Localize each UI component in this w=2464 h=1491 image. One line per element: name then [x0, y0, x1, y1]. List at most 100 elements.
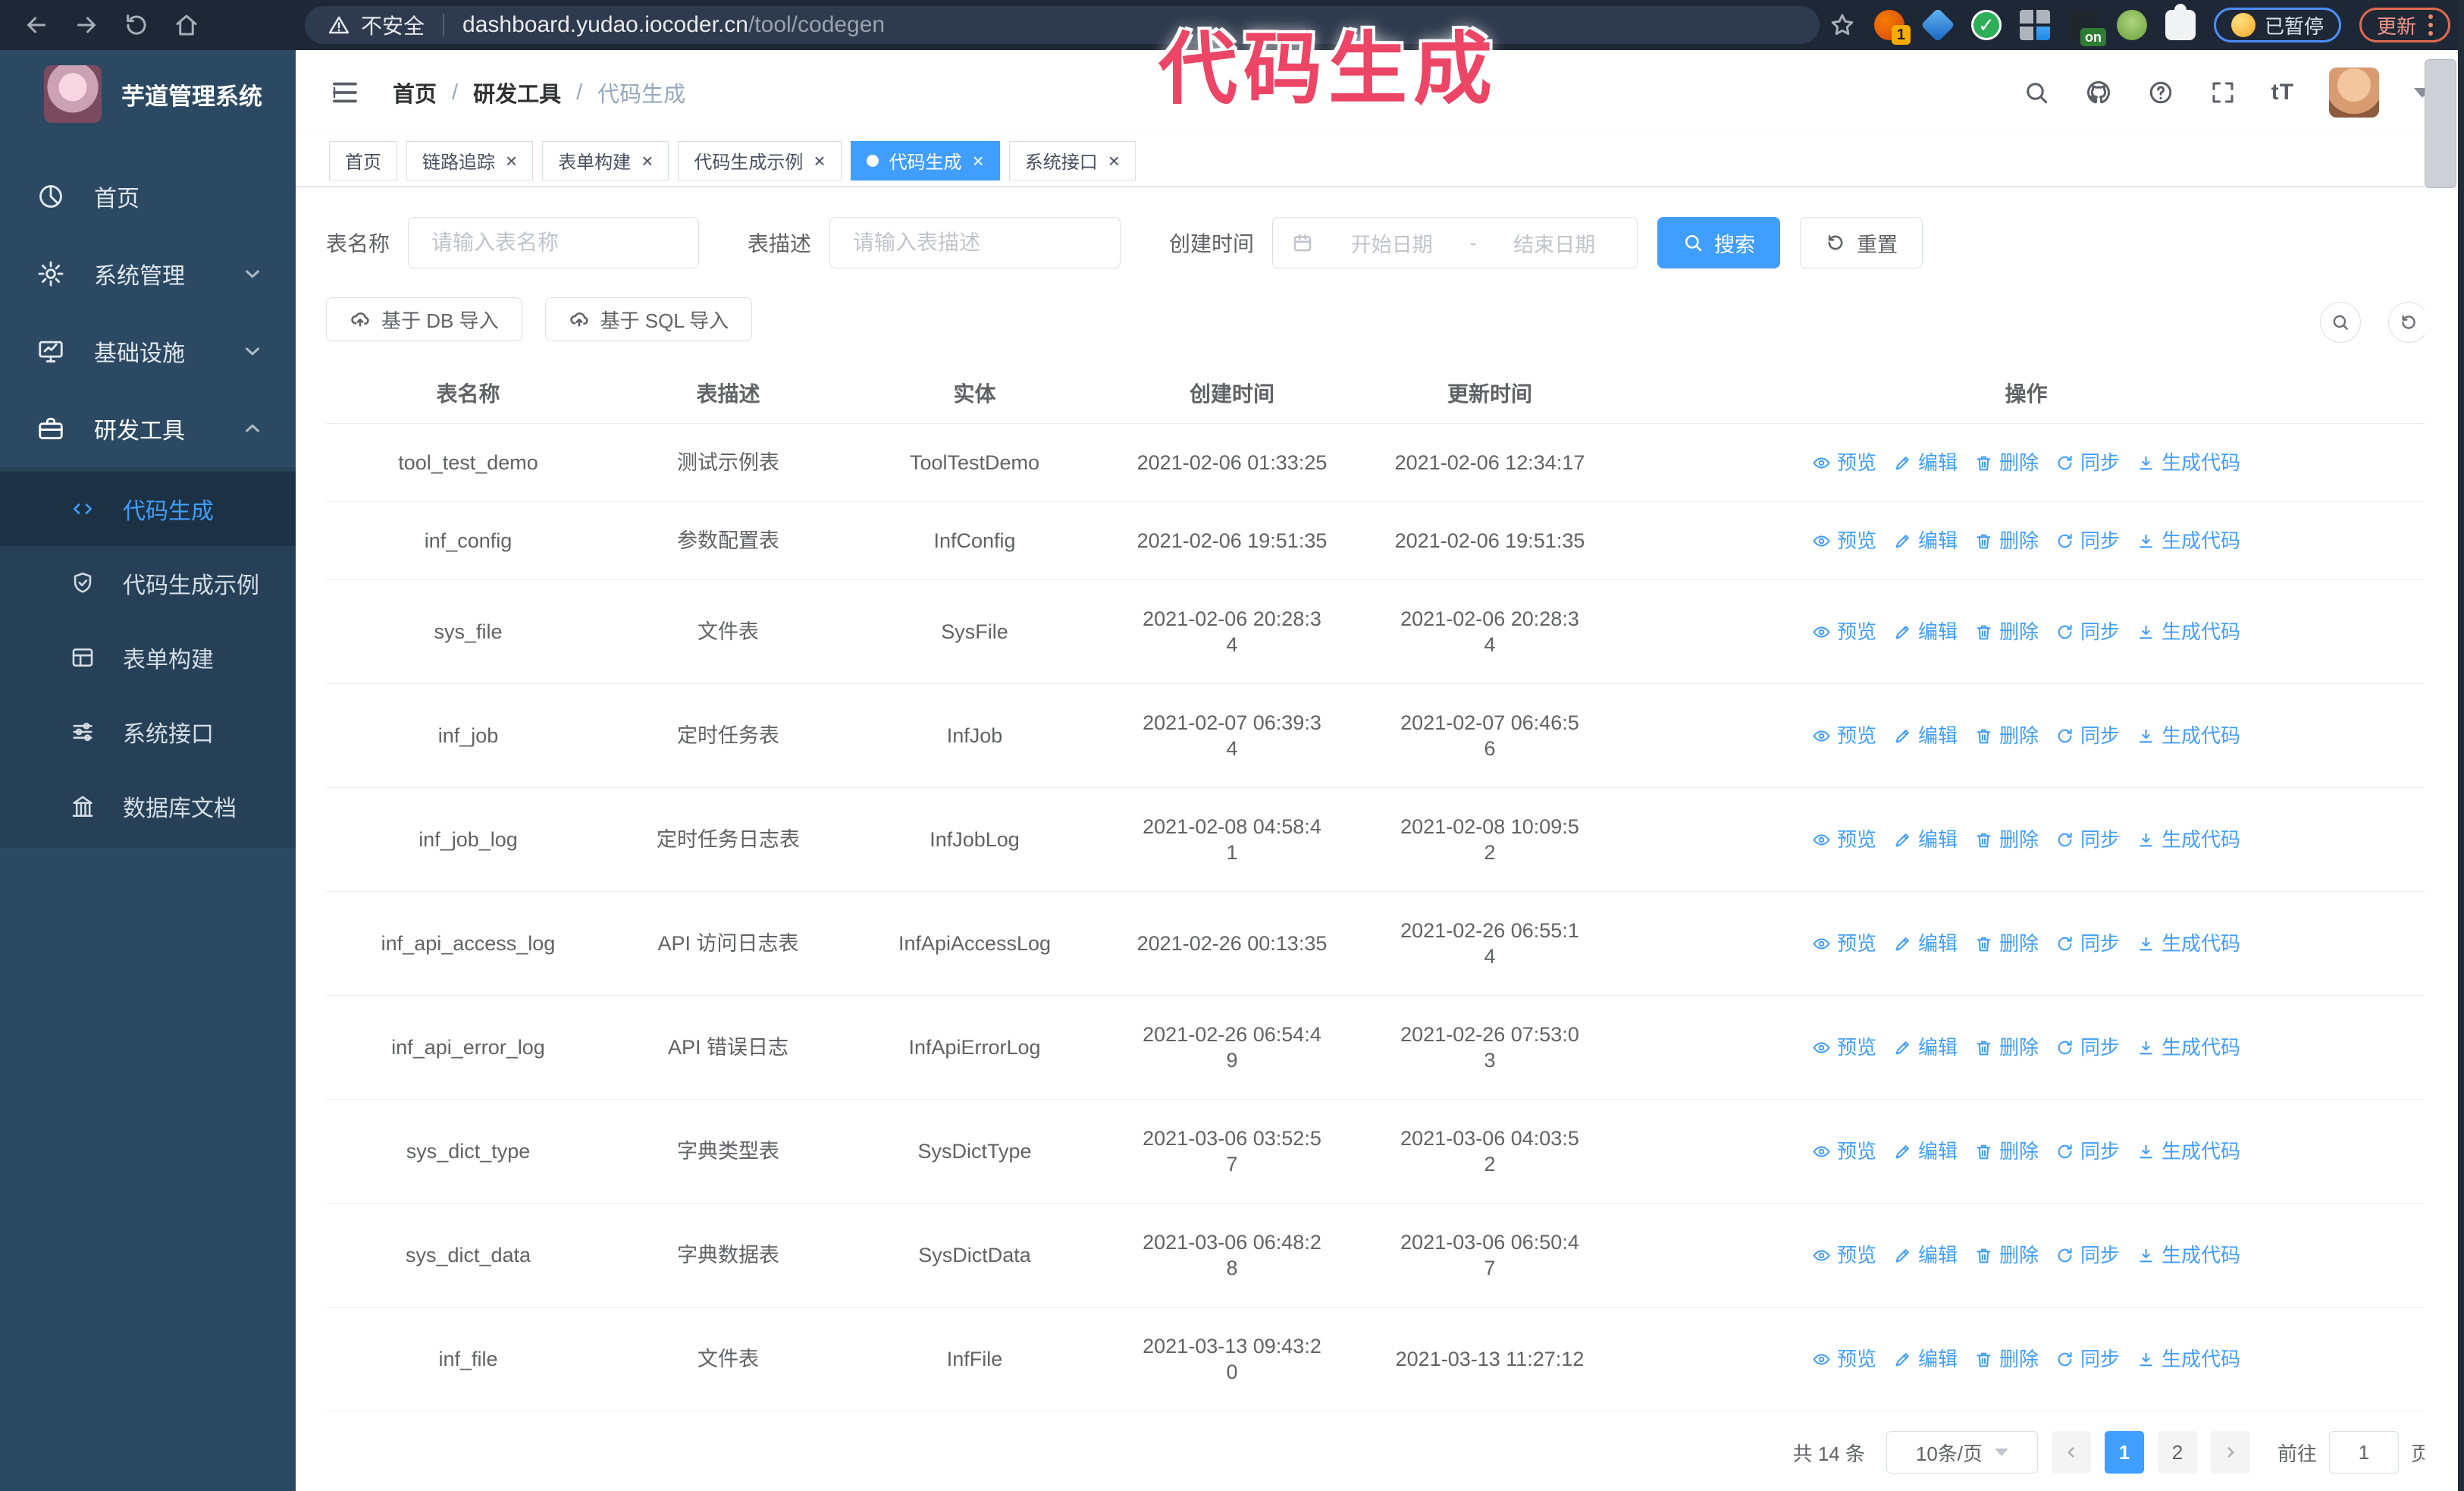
- tab-系统接口[interactable]: 系统接口 ×: [1008, 140, 1136, 180]
- help-icon[interactable]: [2147, 79, 2174, 106]
- action-edit[interactable]: 编辑: [1893, 450, 1958, 476]
- action-generate-code[interactable]: 生成代码: [2136, 1138, 2240, 1164]
- action-delete[interactable]: 删除: [1974, 619, 2039, 645]
- action-sync[interactable]: 同步: [2055, 1138, 2120, 1164]
- action-edit[interactable]: 编辑: [1893, 528, 1958, 554]
- action-preview[interactable]: 预览: [1812, 528, 1876, 554]
- extension-icon-dark[interactable]: on: [2068, 10, 2106, 46]
- sidebar-subitem-sliders[interactable]: 系统接口: [0, 695, 296, 769]
- action-delete[interactable]: 删除: [1974, 1242, 2039, 1268]
- fullscreen-icon[interactable]: [2209, 79, 2237, 106]
- action-preview[interactable]: 预览: [1812, 1034, 1876, 1060]
- action-preview[interactable]: 预览: [1812, 1346, 1876, 1372]
- reset-button[interactable]: 重置: [1800, 217, 1923, 268]
- page-size-select[interactable]: 10条/页: [1886, 1431, 2038, 1474]
- sidebar-item-toolbox[interactable]: 研发工具: [0, 390, 296, 467]
- forward-icon[interactable]: [73, 11, 100, 39]
- back-icon[interactable]: [23, 11, 50, 39]
- action-sync[interactable]: 同步: [2055, 619, 2120, 645]
- action-preview[interactable]: 预览: [1812, 827, 1876, 852]
- action-delete[interactable]: 删除: [1974, 723, 2039, 749]
- extension-icon-monkey[interactable]: [2117, 10, 2147, 40]
- action-sync[interactable]: 同步: [2055, 528, 2120, 554]
- action-generate-code[interactable]: 生成代码: [2136, 827, 2240, 852]
- hamburger-icon[interactable]: [329, 77, 361, 108]
- table-name-input[interactable]: [408, 217, 700, 268]
- extensions-puzzle-icon[interactable]: [2165, 4, 2196, 40]
- action-edit[interactable]: 编辑: [1893, 1138, 1958, 1164]
- action-preview[interactable]: 预览: [1812, 931, 1876, 956]
- tab-close-icon[interactable]: ×: [641, 151, 653, 171]
- action-generate-code[interactable]: 生成代码: [2136, 1346, 2240, 1372]
- action-edit[interactable]: 编辑: [1893, 931, 1958, 956]
- tab-首页[interactable]: 首页: [329, 140, 397, 180]
- table-desc-input[interactable]: [829, 217, 1121, 268]
- action-edit[interactable]: 编辑: [1893, 1034, 1958, 1060]
- action-preview[interactable]: 预览: [1812, 723, 1876, 749]
- next-page-button[interactable]: [2210, 1431, 2250, 1474]
- action-generate-code[interactable]: 生成代码: [2136, 723, 2240, 749]
- sidebar-item-gear[interactable]: 系统管理: [0, 235, 296, 312]
- scrollbar-thumb[interactable]: [2425, 59, 2456, 188]
- action-generate-code[interactable]: 生成代码: [2136, 528, 2240, 554]
- action-preview[interactable]: 预览: [1812, 619, 1876, 645]
- extension-icon-orange[interactable]: 1: [1874, 10, 1911, 45]
- sidebar-subitem-form[interactable]: 表单构建: [0, 620, 296, 695]
- action-sync[interactable]: 同步: [2055, 450, 2120, 476]
- extension-icon-gem[interactable]: [1920, 8, 1955, 42]
- address-bar[interactable]: 不安全 dashboard.yudao.iocoder.cn/tool/code…: [305, 6, 1820, 44]
- action-edit[interactable]: 编辑: [1893, 1242, 1958, 1268]
- import-sql-button[interactable]: 基于 SQL 导入: [544, 297, 753, 341]
- tab-close-icon[interactable]: ×: [813, 151, 825, 171]
- extension-icon-grid[interactable]: [2020, 10, 2050, 40]
- action-preview[interactable]: 预览: [1812, 1242, 1876, 1268]
- sidebar-subitem-db[interactable]: 数据库文档: [0, 769, 296, 843]
- reload-icon[interactable]: [123, 11, 150, 39]
- app-logo[interactable]: 芋道管理系统: [0, 50, 296, 138]
- action-generate-code[interactable]: 生成代码: [2136, 450, 2240, 476]
- action-generate-code[interactable]: 生成代码: [2136, 1242, 2240, 1268]
- sidebar-subitem-code[interactable]: 代码生成: [0, 472, 296, 546]
- action-generate-code[interactable]: 生成代码: [2136, 1034, 2240, 1060]
- tab-链路追踪[interactable]: 链路追踪 ×: [406, 140, 534, 180]
- action-generate-code[interactable]: 生成代码: [2136, 619, 2240, 645]
- font-size-icon[interactable]: tT: [2271, 80, 2294, 105]
- action-delete[interactable]: 删除: [1974, 528, 2039, 554]
- breadcrumb-devtools[interactable]: 研发工具: [473, 77, 561, 108]
- action-delete[interactable]: 删除: [1974, 931, 2039, 956]
- action-edit[interactable]: 编辑: [1893, 619, 1958, 645]
- action-delete[interactable]: 删除: [1974, 1346, 2039, 1372]
- update-browser-button[interactable]: 更新: [2359, 8, 2451, 42]
- sidebar-item-home[interactable]: 首页: [0, 158, 296, 235]
- toggle-search-button[interactable]: [2320, 302, 2361, 343]
- refresh-table-button[interactable]: [2388, 302, 2429, 343]
- action-sync[interactable]: 同步: [2055, 1346, 2120, 1372]
- scrollbar-track[interactable]: [2425, 50, 2458, 1491]
- sidebar-subitem-shield[interactable]: 代码生成示例: [0, 546, 296, 620]
- page-button-1[interactable]: 1: [2104, 1431, 2144, 1474]
- github-icon[interactable]: [2085, 79, 2112, 106]
- search-icon[interactable]: [2023, 79, 2050, 106]
- action-generate-code[interactable]: 生成代码: [2136, 931, 2240, 956]
- breadcrumb-home[interactable]: 首页: [393, 77, 437, 108]
- import-db-button[interactable]: 基于 DB 导入: [326, 297, 522, 341]
- action-sync[interactable]: 同步: [2055, 1242, 2120, 1268]
- tab-代码生成示例[interactable]: 代码生成示例 ×: [678, 140, 842, 180]
- user-avatar[interactable]: [2329, 67, 2379, 118]
- tab-close-icon[interactable]: ×: [973, 151, 984, 171]
- tab-代码生成[interactable]: 代码生成 ×: [850, 140, 1000, 180]
- action-preview[interactable]: 预览: [1812, 450, 1876, 476]
- extension-icon-check[interactable]: ✓: [1971, 10, 2002, 40]
- kebab-menu-icon[interactable]: [2428, 14, 2434, 36]
- action-delete[interactable]: 删除: [1974, 1034, 2039, 1060]
- prev-page-button[interactable]: [2051, 1431, 2091, 1474]
- action-delete[interactable]: 删除: [1974, 1138, 2039, 1164]
- date-range-picker[interactable]: 开始日期 - 结束日期: [1272, 217, 1638, 268]
- action-sync[interactable]: 同步: [2055, 723, 2120, 749]
- action-edit[interactable]: 编辑: [1893, 723, 1958, 749]
- paused-extension-pill[interactable]: 已暂停: [2214, 8, 2342, 42]
- goto-page-input[interactable]: [2328, 1431, 2399, 1474]
- sidebar-item-monitor[interactable]: 基础设施: [0, 312, 296, 390]
- action-delete[interactable]: 删除: [1974, 450, 2039, 476]
- tab-close-icon[interactable]: ×: [506, 151, 517, 171]
